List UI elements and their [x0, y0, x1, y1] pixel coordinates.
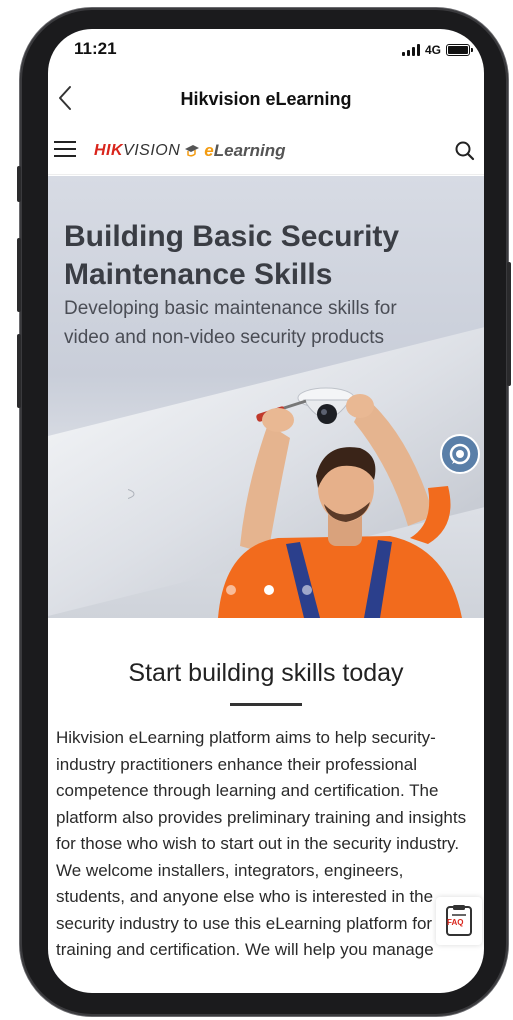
carousel-dot-1[interactable]	[226, 585, 236, 595]
phone-mute-switch	[17, 166, 21, 202]
section-heading: Start building skills today	[128, 659, 404, 687]
technician-installing-camera-image	[128, 387, 462, 618]
status-bar: 11:21 4G	[48, 29, 484, 73]
graduation-cap-icon	[185, 145, 200, 157]
phone-volume-up	[17, 238, 21, 312]
intro-text: Hikvision eLearning platform aims to hel…	[56, 725, 476, 964]
signal-icon	[401, 44, 420, 56]
phone-volume-down	[17, 334, 21, 408]
hikvision-elearning-logo[interactable]: HIKVISION eLearning	[94, 141, 286, 161]
chat-assistant-button[interactable]	[440, 434, 480, 474]
intro-paragraph-2: We welcome installers, integrators, engi…	[56, 860, 434, 960]
status-time: 11:21	[74, 39, 117, 58]
faq-button[interactable]: FAQ	[436, 897, 482, 945]
app-title-bar: Hikvision eLearning	[48, 79, 484, 119]
intro-paragraph-1: Hikvision eLearning platform aims to hel…	[56, 728, 467, 853]
site-header: HIKVISION eLearning	[48, 127, 484, 175]
faq-label: FAQ	[447, 918, 464, 927]
hero-banner[interactable]: Building Basic Security Maintenance Skil…	[48, 176, 484, 618]
hero-title: Building Basic Security Maintenance Skil…	[64, 220, 400, 291]
hamburger-menu-button[interactable]	[54, 141, 76, 161]
battery-icon	[446, 44, 473, 56]
heading-underline	[230, 703, 302, 706]
logo-hikvision: HIKVISION	[94, 142, 181, 159]
status-indicators: 4G	[401, 43, 473, 57]
app-title: Hikvision eLearning	[180, 89, 352, 109]
carousel-dot-2[interactable]	[264, 585, 274, 595]
logo-elearning: eLearning	[204, 141, 286, 160]
carousel-dot-3[interactable]	[302, 585, 312, 595]
search-icon	[455, 141, 475, 161]
phone-power-button	[507, 262, 511, 386]
network-type: 4G	[424, 43, 441, 57]
chat-assistant-icon	[449, 443, 471, 465]
carousel-pagination	[226, 585, 312, 595]
phone-screen: 11:21 4G Hikvision eLearning HIKVISION e…	[48, 29, 484, 993]
hero-subtitle: Developing basic maintenance skills for …	[64, 298, 397, 348]
search-button[interactable]	[454, 140, 476, 162]
